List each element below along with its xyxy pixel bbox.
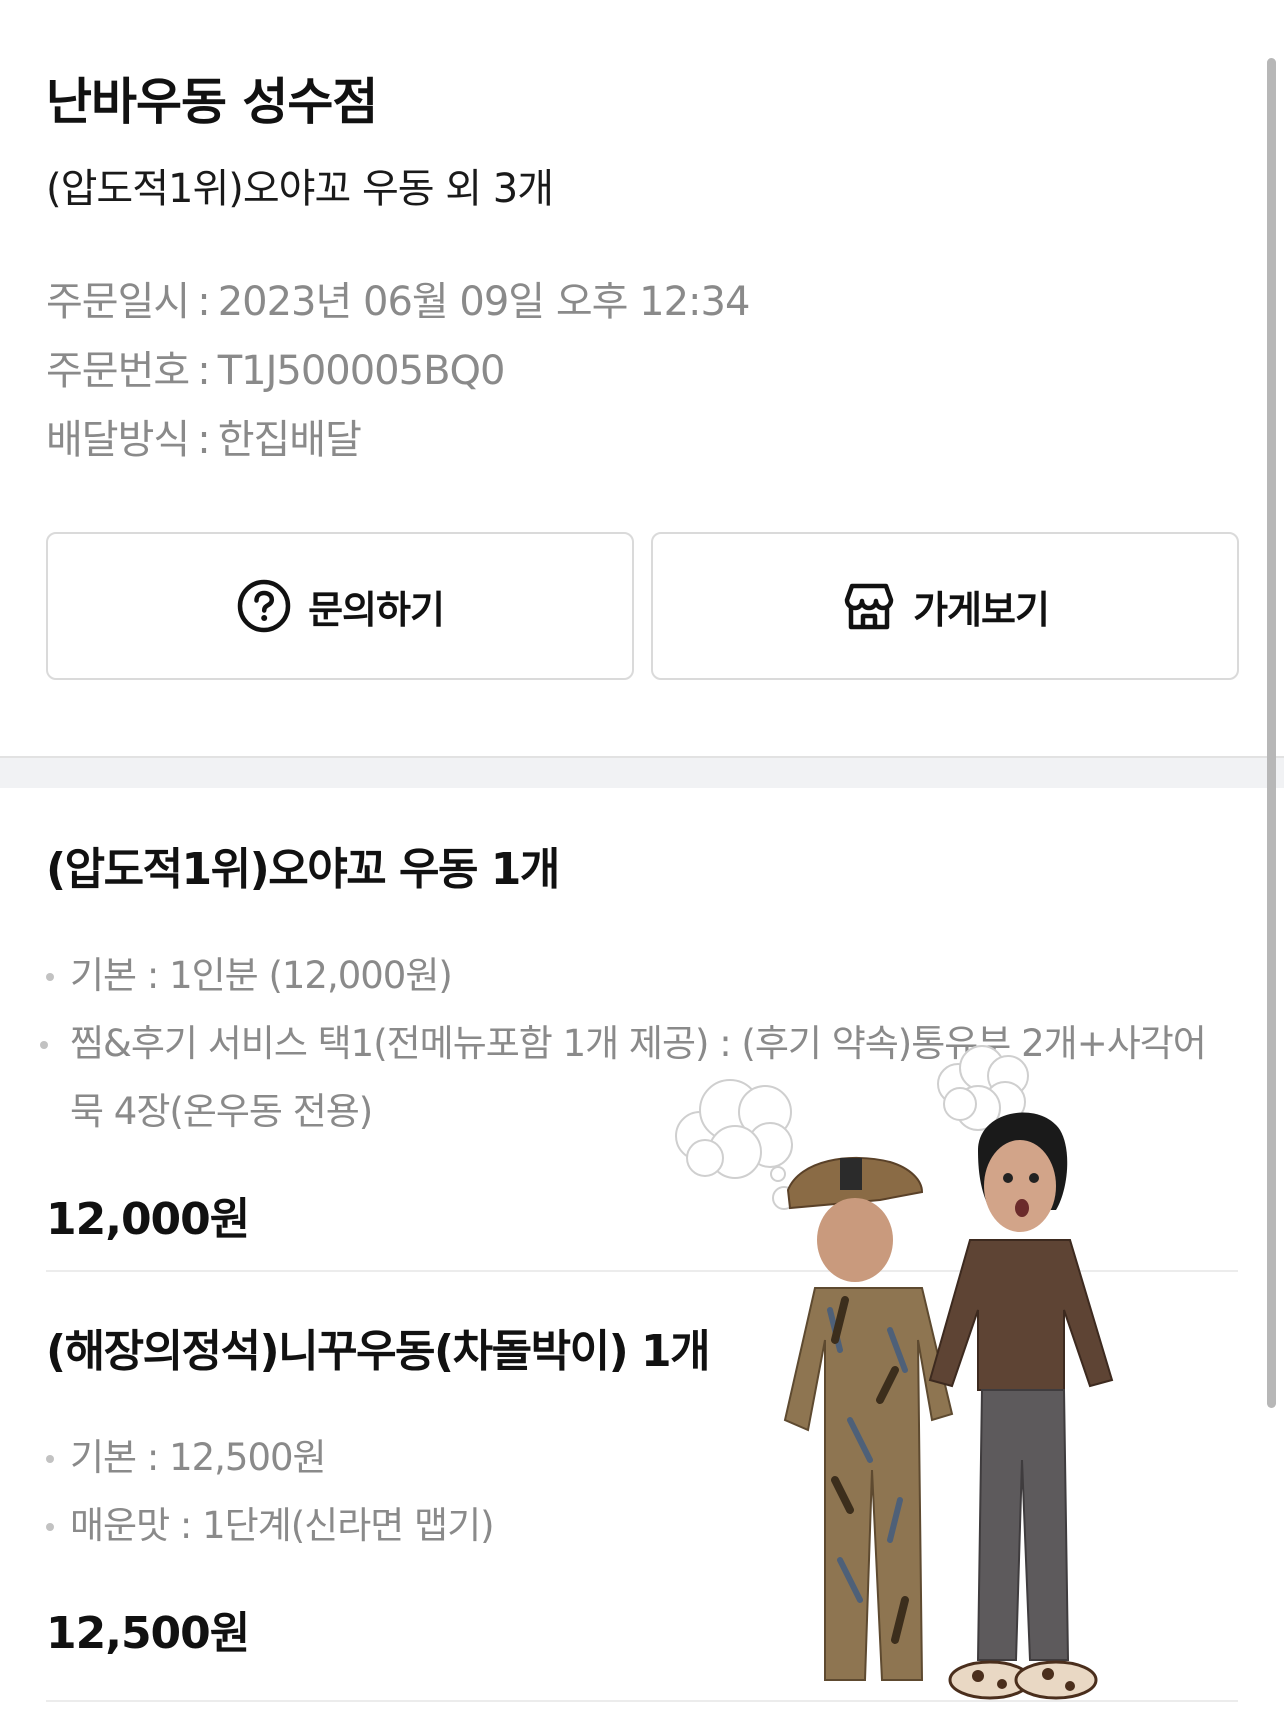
delivery-method-row: 배달방식: 한집배달 (46, 417, 362, 463)
camo-figure (783, 1156, 954, 1681)
store-icon (841, 580, 897, 632)
order-header-section: 난바우동 성수점 (압도적1위)오야꼬 우동 외 3개 주문일시:2023년 0… (0, 0, 1284, 756)
order-number-row: 주문번호: T1J500005BQ0 (46, 348, 506, 394)
order-info: 주문일시:2023년 06월 09일 오후 12:34 주문번호: T1J5000… (46, 272, 751, 479)
menu-item-title: (압도적1위)오야꼬 우동 1개 (46, 844, 560, 895)
delivery-method-label: 배달방식 (46, 417, 190, 463)
question-circle-icon (236, 578, 292, 634)
order-date-value: 2023년 06월 09일 오후 12:34 (217, 279, 751, 325)
order-summary: (압도적1위)오야꼬 우동 외 3개 (46, 166, 554, 212)
inquiry-button[interactable]: 문의하기 (46, 532, 634, 680)
scrollbar[interactable] (1267, 58, 1276, 1408)
brown-jacket-figure (928, 1112, 1114, 1700)
order-date-row: 주문일시:2023년 06월 09일 오후 12:34 (46, 279, 751, 325)
menu-item-option: 기본 : 1인분 (12,000원) (46, 942, 1238, 1010)
order-number-label: 주문번호 (46, 348, 190, 394)
section-divider (0, 756, 1284, 788)
order-date-label: 주문일시 (46, 279, 190, 325)
delivery-method-value: 한집배달 (217, 417, 362, 463)
view-store-button-label: 가게보기 (913, 587, 1050, 632)
inquiry-button-label: 문의하기 (308, 587, 445, 632)
order-number-value: T1J500005BQ0 (217, 348, 506, 394)
thinking-figures-sticker (675, 1045, 1114, 1700)
store-name[interactable]: 난바우동 성수점 (46, 62, 378, 134)
view-store-button[interactable]: 가게보기 (651, 532, 1239, 680)
